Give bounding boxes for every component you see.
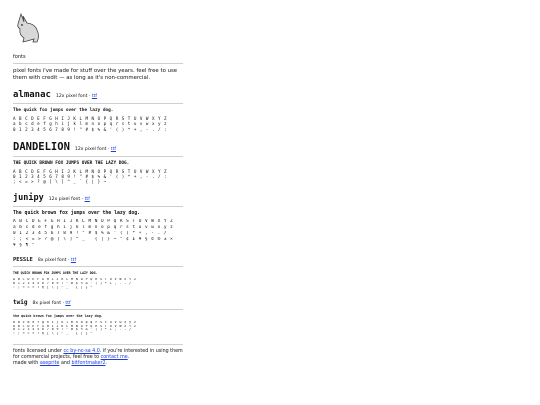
- font-header: DANDELION 12x pixel font · ttf: [13, 141, 183, 153]
- font-sample: THE QUICK BROWN FOX JUMPS OVER THE LAZY …: [13, 271, 98, 276]
- font-meta: 8x pixel font · ttf: [37, 258, 77, 264]
- glyph-row: : ; < = > ? @ [ \ ] ^ _ ` { | } ~: [13, 332, 93, 336]
- ttf-download-link[interactable]: ttf: [85, 197, 90, 202]
- license-link[interactable]: cc by-nc-sa 4.0: [63, 349, 99, 354]
- glyph-row: ¥ § ¶ °: [13, 242, 36, 248]
- font-sample: THE QUICK BROWN FOX JUMPS OVER THE LAZY …: [13, 160, 130, 166]
- font-header: twig 8x pixel font · ttf: [13, 299, 183, 306]
- footer: fonts licensed under cc by-nc-sa 4.0. if…: [13, 349, 183, 367]
- glyph-row: 0 1 2 3 4 5 6 7 8 9 ! " # $ % & ' ( ) * …: [13, 231, 168, 236]
- divider: [13, 343, 183, 345]
- divider: [13, 103, 183, 105]
- font-name: junipy: [13, 193, 44, 204]
- aseprite-link[interactable]: aseprite: [40, 361, 60, 366]
- font-entry: junipy 12x pixel font · ttf The quick brow…: [13, 193, 183, 248]
- glyph-grid: A B C D E F G H I J K L M N O P Q R S T …: [13, 116, 183, 132]
- glyph-row: ; < = > ? @ [ \ ] ^ _ ` { | } ~: [13, 179, 107, 185]
- font-entry: almanac 12x pixel font · ttf The quick fox…: [13, 90, 183, 132]
- font-size-label: 8x pixel font: [37, 258, 67, 264]
- font-name: PESSLE: [13, 257, 33, 264]
- divider: [13, 308, 183, 310]
- page: fonts pixel fonts i've made for stuff ov…: [13, 12, 183, 367]
- glyph-row: : ; < = > ? @ [ \ ] ^ _ ` { | } ~ ° ¢ £ …: [13, 236, 174, 242]
- rabbit-logo-icon: [17, 12, 39, 43]
- glyph-row: 0 1 2 3 4 5 6 7 8 9 ! " # $ % & ' ( ) * …: [13, 126, 168, 132]
- font-entry: PESSLE 8x pixel font · ttf THE QUICK BROWN…: [13, 257, 183, 289]
- glyph-grid: A B C D E F G H I J K L M N O P Q R S T …: [13, 169, 183, 185]
- font-meta: 8x pixel font · ttf: [32, 300, 71, 306]
- glyph-grid: A B C D E F G H I J K L M N O P Q R S T …: [13, 278, 183, 289]
- font-size-label: 12x pixel font: [55, 94, 88, 100]
- bitfontmaker2-link[interactable]: bitfontmaker2: [72, 361, 106, 366]
- font-sample: The quick brown fox jumps over the lazy …: [13, 211, 141, 217]
- font-header: junipy 12x pixel font · ttf: [13, 193, 183, 203]
- made-with-label: made with: [13, 360, 39, 366]
- font-header: PESSLE 8x pixel font · ttf: [13, 257, 183, 263]
- license-end: .: [127, 354, 130, 360]
- and-label: and: [60, 360, 70, 366]
- ttf-download-link[interactable]: ttf: [71, 258, 76, 263]
- ttf-download-link[interactable]: ttf: [111, 147, 116, 152]
- font-size-label: 12x pixel font: [48, 197, 81, 203]
- font-sample: the quick brown fox jumps over the lazy …: [13, 313, 103, 318]
- font-meta: 12x pixel font · ttf: [48, 197, 90, 203]
- font-header: almanac 12x pixel font · ttf: [13, 90, 183, 100]
- font-name: almanac: [13, 90, 51, 101]
- font-list: almanac 12x pixel font · ttf The quick fox…: [13, 90, 183, 336]
- font-entry: twig 8x pixel font · ttf the quick brown f…: [13, 299, 183, 336]
- font-size-label: 12x pixel font: [74, 146, 107, 152]
- site-title: fonts: [13, 54, 26, 60]
- font-meta: 12x pixel font · ttf: [55, 94, 98, 100]
- font-meta: 12x pixel font · ttf: [74, 146, 117, 152]
- divider: [13, 206, 183, 208]
- font-entry: DANDELION 12x pixel font · ttf THE QUICK B…: [13, 141, 183, 185]
- made-with-end: .: [105, 360, 108, 366]
- glyph-row: a b c d e f g h i j k l m n o p q r s t …: [13, 121, 168, 127]
- ttf-download-link[interactable]: ttf: [65, 301, 70, 306]
- divider: [13, 266, 183, 268]
- contact-link[interactable]: contact me: [101, 355, 128, 360]
- glyph-grid: A B C D E F G H I J K L M N O P Q R S T …: [13, 219, 183, 248]
- glyph-grid: a b c d e f g h i j k l m n o p q r s t …: [13, 321, 183, 336]
- divider: [13, 155, 183, 157]
- license-prefix: fonts licensed under: [13, 348, 62, 354]
- font-size-label: 8x pixel font: [32, 300, 62, 306]
- intro-text: pixel fonts i've made for stuff over the…: [13, 68, 178, 81]
- font-name: twig: [13, 298, 28, 306]
- divider: [13, 63, 183, 64]
- glyph-row: : ; < = > ? @ [ \ ] ^ _ ` { | } ~: [13, 285, 93, 289]
- font-name: DANDELION: [13, 140, 70, 153]
- ttf-download-link[interactable]: ttf: [92, 94, 97, 99]
- font-sample: The quick fox jumps over the lazy dog.: [13, 108, 114, 114]
